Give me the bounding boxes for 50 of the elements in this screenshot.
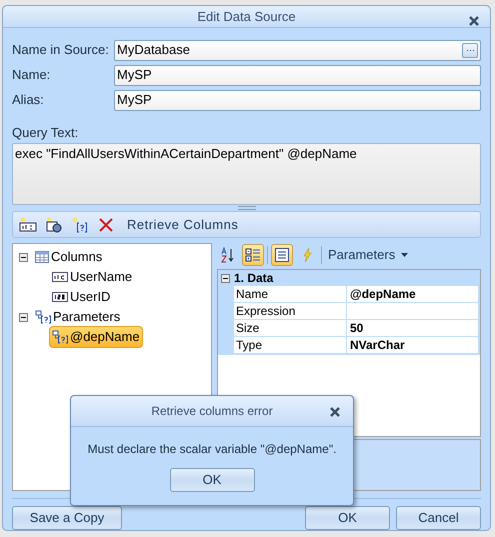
number-type-icon bbox=[52, 292, 68, 302]
add-column-icon[interactable] bbox=[17, 214, 39, 234]
text-field[interactable]: MySP bbox=[114, 64, 481, 86]
property-name: Expression bbox=[234, 303, 346, 319]
window-title: Edit Data Source bbox=[197, 8, 296, 26]
close-icon[interactable] bbox=[468, 15, 480, 27]
field-label: Name in Source: bbox=[12, 41, 110, 60]
collapse-icon[interactable] bbox=[19, 252, 28, 262]
browse-button[interactable] bbox=[462, 42, 478, 58]
ok-button[interactable]: OK bbox=[170, 468, 254, 492]
property-name: Size bbox=[234, 320, 346, 336]
retrieve-columns-button[interactable]: Retrieve Columns bbox=[127, 214, 238, 234]
cancel-button[interactable]: Cancel bbox=[396, 506, 481, 530]
error-message: Must declare the scalar variable "@depName". bbox=[86, 441, 338, 458]
table-icon bbox=[35, 251, 49, 263]
collapse-icon[interactable] bbox=[19, 312, 28, 322]
parameter-icon bbox=[35, 310, 51, 324]
sort-icon bbox=[220, 247, 236, 263]
list-icon bbox=[275, 248, 289, 262]
query-text-area[interactable]: exec "FindAllUsersWithinACertainDepartment" @depName bbox=[12, 143, 481, 205]
properties-button[interactable] bbox=[271, 244, 293, 266]
category-header: 1. Data bbox=[234, 270, 274, 287]
lightning-icon bbox=[301, 247, 313, 263]
text-field[interactable]: MyDatabase bbox=[114, 40, 481, 60]
property-value[interactable]: @depName bbox=[347, 286, 478, 302]
tree-item[interactable]: Parameters bbox=[32, 306, 124, 328]
save-copy-button[interactable]: Save a Copy bbox=[12, 506, 122, 530]
property-value[interactable]: NVarChar bbox=[347, 337, 478, 353]
property-value[interactable]: 50 bbox=[347, 320, 478, 336]
property-name: Name bbox=[234, 286, 346, 302]
tree-item[interactable]: UserName bbox=[49, 266, 136, 288]
tree-item[interactable]: UserID bbox=[49, 286, 114, 308]
caret-icon bbox=[401, 253, 408, 257]
parameters-dropdown[interactable]: Parameters bbox=[328, 245, 408, 265]
ok-button[interactable]: OK bbox=[305, 506, 390, 530]
text-field[interactable]: MySP bbox=[114, 90, 481, 110]
field-label: Alias: bbox=[12, 91, 45, 110]
tree-item[interactable]: Columns bbox=[32, 246, 106, 268]
categorized-button[interactable] bbox=[242, 244, 264, 266]
property-name: Type bbox=[234, 337, 346, 353]
dialog-title: Retrieve columns error bbox=[151, 403, 273, 420]
query-label: Query Text: bbox=[12, 124, 80, 142]
tree-item[interactable]: @depName bbox=[49, 326, 143, 348]
field-label: Name: bbox=[12, 66, 52, 84]
categorized-icon bbox=[245, 247, 261, 263]
close-icon[interactable] bbox=[329, 406, 341, 418]
parameter-icon bbox=[52, 330, 68, 344]
text-type-icon bbox=[52, 272, 68, 282]
splitter-grip[interactable] bbox=[238, 206, 256, 210]
collapse-icon[interactable] bbox=[221, 274, 230, 282]
